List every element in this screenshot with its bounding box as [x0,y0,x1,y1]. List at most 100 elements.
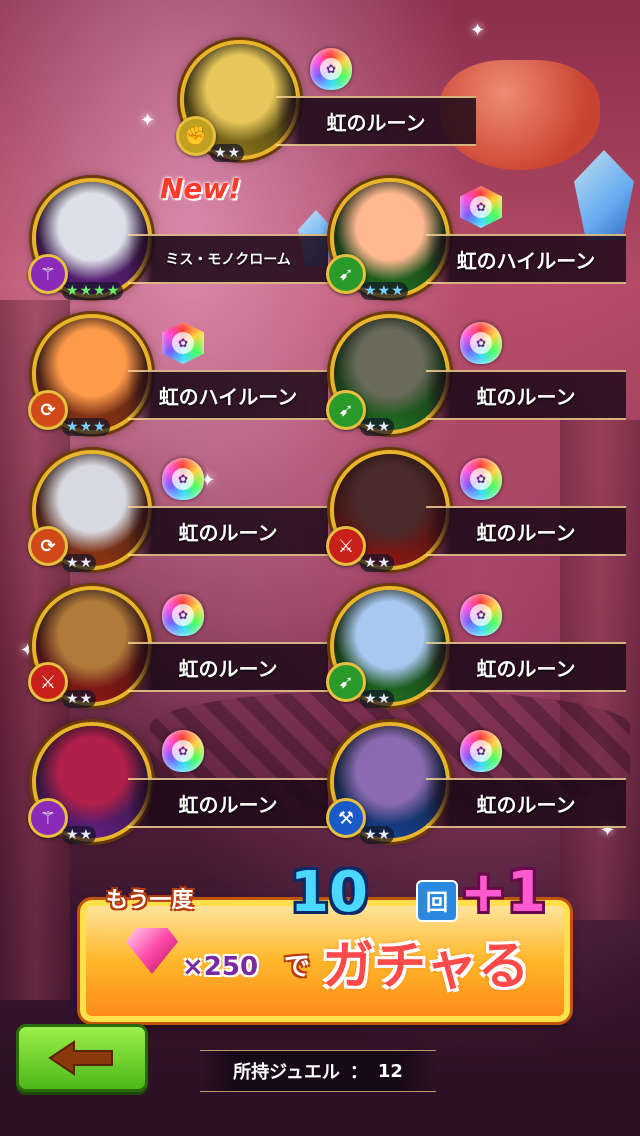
gacha-result-item[interactable]: ➹ ★ ★ 虹のルーン ✿ [326,314,630,444]
gacha-result-item[interactable]: ⟳ ★ ★ ★ 虹のハイルーン ✿ [28,314,332,444]
gacha-result-item[interactable]: ➹ ★ ★ ★ 虹のハイルーン ✿ [326,178,630,308]
star-icon: ★ [214,145,227,161]
rarity-stars: ★ ★ ★ [360,282,408,300]
rainbow-rune-icon: ✿ [162,594,204,636]
rune-emblem-icon: ✿ [172,332,194,354]
item-name-bar: 虹のルーン [128,778,328,828]
rarity-stars: ★ ★ [62,554,97,572]
new-badge: New! [160,172,242,205]
rune-emblem-icon: ✿ [172,468,194,490]
gacha-again-button[interactable]: もう一度 10 回 +1 ×250 で ガチャる [80,860,570,1022]
star-icon: ★ [93,283,106,299]
item-name-bar: 虹のルーン [426,370,626,420]
rainbow-rune-icon: ✿ [460,458,502,500]
star-icon: ★ [364,283,377,299]
item-name-bar: 虹のハイルーン [128,370,328,420]
rune-emblem-icon: ✿ [172,740,194,762]
item-name: 虹のルーン [178,792,278,817]
owned-jewel-count: 12 [377,1060,403,1082]
item-name-bar: 虹のルーン [128,506,328,556]
rainbow-rune-icon: ✿ [162,730,204,772]
cost-particle: で [284,952,311,982]
star-icon: ★ [377,419,391,435]
star-icon: ★ [79,827,93,843]
item-name: 虹のハイルーン [456,248,596,273]
rune-emblem-icon: ✿ [470,196,492,218]
bonus-count: +1 [460,860,546,925]
item-name: 虹のハイルーン [158,384,298,409]
star-icon: ★ [79,691,93,707]
pink-jewel-icon [126,928,178,974]
rune-emblem-icon: ✿ [470,468,492,490]
item-name: 虹のルーン [178,520,278,545]
rune-emblem-icon: ✿ [320,58,342,80]
owned-jewel-separator: ： [349,1062,368,1083]
star-icon: ★ [364,555,377,571]
rarity-stars: ★ ★ [360,554,395,572]
gacha-result-item[interactable]: ⚔ ★ ★ 虹のルーン ✿ [28,586,332,716]
item-name: 虹のルーン [476,792,576,817]
again-label: もう一度 [106,888,194,913]
rainbow-rune-icon: ✿ [460,322,502,364]
gacha-action-label: ガチャる [322,937,530,997]
star-icon: ★ [79,555,93,571]
item-name-bar: 虹のルーン [426,778,626,828]
item-name: 虹のルーン [476,520,576,545]
star-icon: ★ [106,283,120,299]
item-name: 虹のルーン [178,656,278,681]
star-icon: ★ [364,827,377,843]
star-icon: ★ [377,283,391,299]
star-icon: ★ [364,419,377,435]
owned-jewel-label: 所持ジュエル [233,1062,340,1083]
star-icon: ★ [93,419,106,435]
item-name-bar: 虹のルーン [276,96,476,146]
rarity-stars: ★ ★ ★ ★ [62,282,124,300]
sparkle-icon: ✦ [140,110,156,131]
owned-jewel-status: 所持ジュエル ： 12 [200,1050,436,1092]
rainbow-rune-icon: ✿ [460,594,502,636]
rarity-stars: ★ ★ [360,826,395,844]
star-icon: ★ [377,555,391,571]
rarity-stars: ★ ★ ★ [62,418,110,436]
draw-count: 10 [290,860,368,925]
star-icon: ★ [227,145,241,161]
gacha-result-item[interactable]: ⟳ ★ ★ 虹のルーン ✿ [28,450,332,580]
star-icon: ★ [66,283,79,299]
star-icon: ★ [377,827,391,843]
back-button[interactable] [16,1024,148,1092]
item-name-bar: 虹のルーン [128,642,328,692]
star-icon: ★ [391,283,404,299]
star-icon: ★ [66,691,79,707]
star-icon: ★ [377,691,391,707]
item-name: ミス・モノクローム [165,252,291,268]
star-icon: ★ [66,827,79,843]
star-icon: ★ [66,555,79,571]
rune-emblem-icon: ✿ [470,604,492,626]
rune-emblem-icon: ✿ [470,740,492,762]
gacha-result-item[interactable]: ⚔ ★ ★ 虹のルーン ✿ [326,450,630,580]
gacha-result-item[interactable]: ✊ ★ ★ 虹のルーン ✿ [176,40,480,170]
star-icon: ★ [79,283,93,299]
star-icon: ★ [66,419,79,435]
gacha-result-item[interactable]: ⚚ ★ ★ ★ ★ ミス・モノクローム New! [28,172,332,308]
item-name-bar: ミス・モノクローム [128,234,328,284]
item-name: 虹のルーン [476,656,576,681]
rainbow-rune-icon: ✿ [162,458,204,500]
gacha-result-item[interactable]: ➹ ★ ★ 虹のルーン ✿ [326,586,630,716]
gacha-result-item[interactable]: ⚒ ★ ★ 虹のルーン ✿ [326,722,630,852]
rarity-stars: ★ ★ [62,826,97,844]
sparkle-icon: ✦ [470,20,486,41]
star-icon: ★ [79,419,93,435]
rarity-stars: ★ ★ [360,690,395,708]
left-arrow-icon [48,1040,113,1076]
item-name-bar: 虹のルーン [426,642,626,692]
rainbow-rune-icon: ✿ [310,48,352,90]
rainbow-high-rune-icon: ✿ [460,186,502,228]
item-name-bar: 虹のハイルーン [426,234,626,284]
rarity-stars: ★ ★ [210,144,245,162]
rainbow-high-rune-icon: ✿ [162,322,204,364]
rarity-stars: ★ ★ [360,418,395,436]
gacha-result-item[interactable]: ⚚ ★ ★ 虹のルーン ✿ [28,722,332,852]
item-name-bar: 虹のルーン [426,506,626,556]
item-name: 虹のルーン [476,384,576,409]
